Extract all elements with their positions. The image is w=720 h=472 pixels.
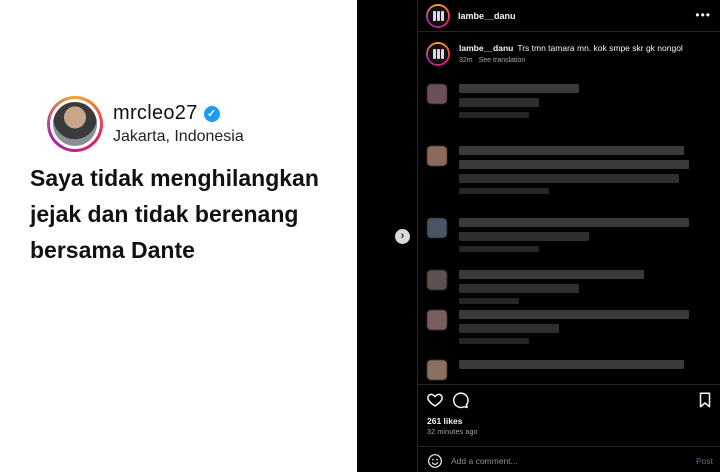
comment-bubble-icon[interactable] [451, 391, 469, 409]
more-options-icon[interactable]: ••• [695, 8, 711, 22]
post-comment-button[interactable]: Post [696, 456, 713, 466]
see-translation-link[interactable]: See translation [479, 57, 526, 64]
like-heart-icon[interactable] [426, 391, 444, 409]
comment-item [427, 270, 644, 304]
comment-avatar[interactable] [427, 360, 447, 380]
bookmark-icon[interactable] [696, 391, 714, 409]
quote-text: Saya tidak menghilangkan jejak dan tidak… [30, 165, 319, 263]
profile-avatar-ring [47, 96, 103, 152]
caption-avatar[interactable] [426, 42, 450, 66]
caption: lambe__danu Trs tmn tamara mn. kok smpe s… [426, 42, 714, 66]
comment-item [427, 218, 689, 252]
caption-text: Trs tmn tamara mn. kok smpe skr gk nongo… [517, 43, 683, 53]
likes-count[interactable]: 261 likes [427, 416, 462, 426]
post-image: mrcleo27 ✓ Jakarta, Indonesia Saya tidak… [0, 0, 357, 472]
quoted-location: Jakarta, Indonesia [113, 128, 244, 145]
author-username[interactable]: lambe__danu [458, 11, 516, 21]
verified-badge-icon: ✓ [203, 105, 220, 122]
comment-avatar[interactable] [427, 218, 447, 238]
comment-avatar[interactable] [427, 84, 447, 104]
post-side-panel: lambe__danu ••• lambe__danu Trs tmn tamar… [417, 0, 720, 472]
comment-item [427, 310, 689, 344]
comment-avatar[interactable] [427, 270, 447, 290]
profile-avatar [53, 102, 97, 146]
caption-time: 32m [459, 57, 473, 64]
next-image-button[interactable]: › [395, 229, 410, 244]
comment-input[interactable] [451, 453, 671, 469]
post-timestamp: 32 minutes ago [427, 429, 478, 436]
comment-item [427, 146, 689, 194]
quoted-username: mrcleo27 [113, 102, 198, 124]
caption-username[interactable]: lambe__danu [459, 43, 513, 53]
comment-item [427, 84, 579, 118]
post-actions: 261 likes 32 minutes ago Post [418, 384, 720, 472]
comment-composer: Post [418, 446, 720, 472]
emoji-icon[interactable] [427, 453, 443, 469]
comment-avatar[interactable] [427, 146, 447, 166]
author-avatar[interactable] [426, 3, 450, 28]
comment-item [427, 360, 684, 380]
post-header: lambe__danu ••• [418, 0, 720, 32]
comment-avatar[interactable] [427, 310, 447, 330]
quoted-profile: mrcleo27 ✓ Jakarta, Indonesia [47, 96, 244, 152]
